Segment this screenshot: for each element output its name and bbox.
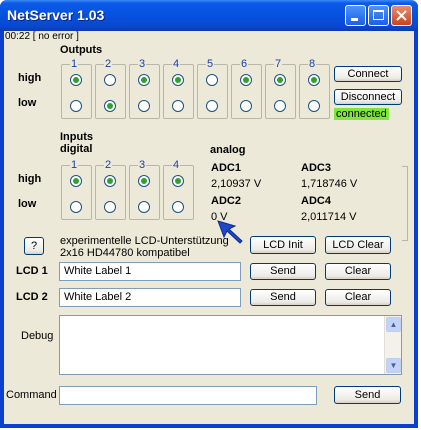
client-area: 00:22 [ no error ] Outputs high low 1 2 3 4… [4, 31, 414, 424]
channel-number-2: 2 [104, 159, 113, 171]
adc3-label: ADC3 [301, 162, 331, 174]
inputs-label: Inputs [60, 131, 93, 143]
radio-low-4[interactable] [172, 201, 184, 213]
outputs-label: Outputs [60, 44, 103, 56]
scroll-down-button[interactable]: ▼ [386, 358, 401, 373]
command-label: Command [6, 389, 57, 401]
section-bracket [402, 166, 408, 241]
radio-high-7[interactable] [274, 74, 286, 86]
radio-high-3[interactable] [138, 175, 150, 187]
maximize-icon [373, 10, 384, 20]
disconnect-button[interactable]: Disconnect [334, 89, 402, 105]
radio-high-2[interactable] [104, 74, 116, 86]
app-window: NetServer 1.03 00:22 [ no error ] Output… [0, 0, 418, 428]
outputs-high-label: high [18, 72, 42, 84]
maximize-button[interactable] [368, 5, 389, 26]
radio-high-5[interactable] [206, 74, 218, 86]
lcd-clear-all-button[interactable]: LCD Clear [325, 236, 391, 254]
radio-low-7[interactable] [274, 100, 286, 112]
lcd2-clear-button[interactable]: Clear [325, 289, 391, 306]
adc1-label: ADC1 [211, 162, 241, 174]
radio-high-3[interactable] [138, 74, 150, 86]
radio-low-3[interactable] [138, 100, 150, 112]
analog-label: analog [210, 144, 246, 156]
radio-high-1[interactable] [70, 175, 82, 187]
debug-scrollbar[interactable]: ▲ ▼ [384, 316, 401, 374]
title-bar[interactable]: NetServer 1.03 [0, 0, 418, 31]
outputs-low-label: low [18, 97, 37, 109]
window-title: NetServer 1.03 [7, 7, 105, 23]
command-send-button[interactable]: Send [334, 386, 401, 404]
channel-number-3: 3 [138, 159, 147, 171]
lcd-init-button[interactable]: LCD Init [250, 236, 316, 254]
lcd-info-line2: 2x16 HD44780 kompatibel [60, 247, 190, 259]
minimize-icon [351, 18, 358, 21]
adc1-value: 2,10937 V [211, 178, 262, 190]
connect-button[interactable]: Connect [334, 66, 402, 82]
radio-low-3[interactable] [138, 201, 150, 213]
close-button[interactable] [391, 5, 412, 26]
lcd1-send-button[interactable]: Send [250, 263, 316, 280]
lcd1-clear-button[interactable]: Clear [325, 263, 391, 280]
mouse-pointer-icon [217, 220, 243, 244]
channel-number-2: 2 [104, 58, 113, 70]
inputs-digital-label: digital [60, 143, 93, 155]
channel-number-3: 3 [138, 58, 147, 70]
channel-number-6: 6 [240, 58, 249, 70]
close-icon [396, 10, 407, 21]
inputs-low-label: low [18, 198, 37, 210]
channel-number-4: 4 [172, 58, 181, 70]
lcd2-send-button[interactable]: Send [250, 289, 316, 306]
radio-low-2[interactable] [104, 201, 116, 213]
connection-status-badge: connected [334, 108, 389, 120]
minimize-button[interactable] [345, 5, 366, 26]
radio-low-4[interactable] [172, 100, 184, 112]
status-text: 00:22 [ no error ] [5, 31, 79, 42]
channel-number-8: 8 [308, 58, 317, 70]
radio-high-4[interactable] [172, 175, 184, 187]
radio-low-1[interactable] [70, 201, 82, 213]
radio-high-6[interactable] [240, 74, 252, 86]
adc4-value: 2,011714 V [301, 211, 357, 223]
adc4-label: ADC4 [301, 195, 331, 207]
channel-number-5: 5 [206, 58, 215, 70]
scroll-up-button[interactable]: ▲ [386, 317, 401, 332]
lcd1-label: LCD 1 [16, 265, 48, 277]
radio-low-5[interactable] [206, 100, 218, 112]
radio-low-8[interactable] [308, 100, 320, 112]
channel-number-7: 7 [274, 58, 283, 70]
lcd2-label: LCD 2 [16, 291, 48, 303]
channel-number-1: 1 [70, 159, 79, 171]
lcd1-input[interactable]: White Label 1 [59, 262, 241, 281]
radio-low-6[interactable] [240, 100, 252, 112]
radio-high-2[interactable] [104, 175, 116, 187]
debug-label: Debug [21, 330, 54, 342]
command-input[interactable] [59, 386, 317, 405]
inputs-high-label: high [18, 173, 42, 185]
radio-high-8[interactable] [308, 74, 320, 86]
lcd-info-line1: experimentelle LCD-Unterstützung [60, 235, 229, 247]
radio-low-2[interactable] [104, 100, 116, 112]
radio-low-1[interactable] [70, 100, 82, 112]
radio-high-1[interactable] [70, 74, 82, 86]
lcd2-input[interactable]: White Label 2 [59, 288, 241, 307]
channel-number-4: 4 [172, 159, 181, 171]
channel-number-1: 1 [70, 58, 79, 70]
help-button[interactable]: ? [24, 237, 44, 255]
debug-textarea[interactable]: ▲ ▼ [59, 315, 402, 375]
adc3-value: 1,718746 V [301, 178, 358, 190]
radio-high-4[interactable] [172, 74, 184, 86]
adc2-label: ADC2 [211, 195, 241, 207]
